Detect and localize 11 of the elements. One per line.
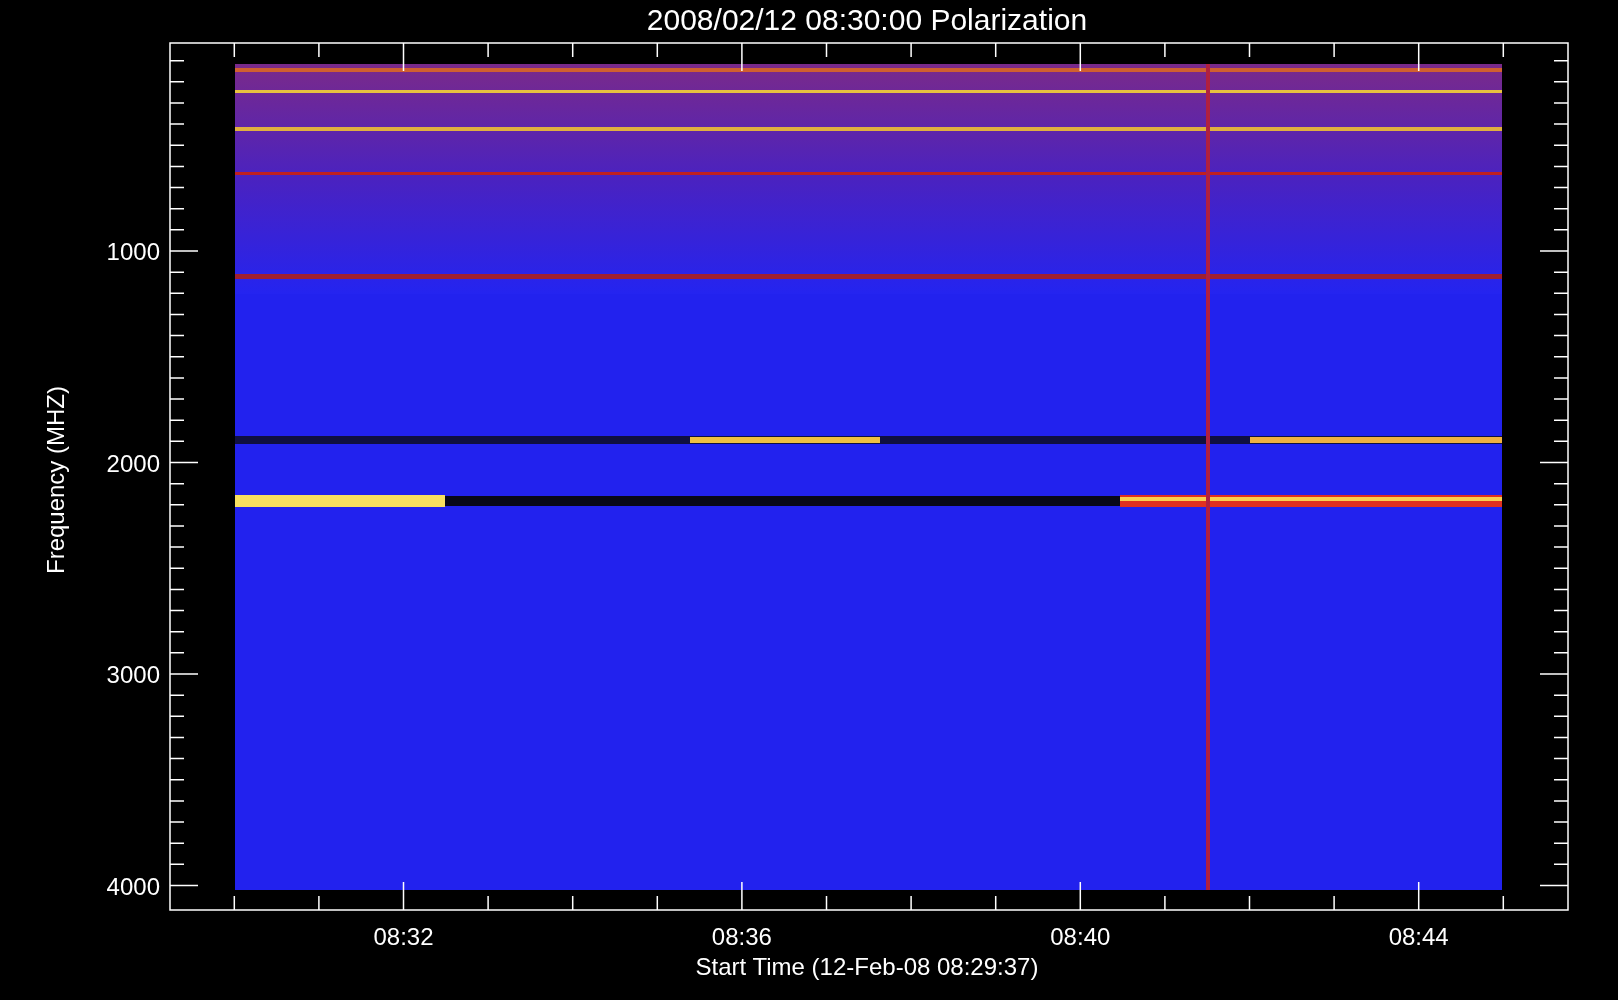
chart-title: 2008/02/12 08:30:00 Polarization: [646, 3, 1088, 36]
x-tick-label: 08:40: [1050, 923, 1111, 950]
x-tick-label: 08:44: [1388, 923, 1449, 950]
y-tick-label: 4000: [106, 872, 160, 900]
x-axis-label: Start Time (12-Feb-08 08:29:37): [695, 953, 1039, 980]
y-tick-label: 1000: [106, 238, 160, 265]
x-tick-label: 08:36: [711, 923, 772, 950]
x-tick-label: 08:32: [373, 923, 434, 950]
y-tick-label: 3000: [106, 661, 160, 688]
y-axis-label: Frequency (MHZ): [42, 386, 69, 574]
y-tick-label: 2000: [106, 449, 160, 477]
